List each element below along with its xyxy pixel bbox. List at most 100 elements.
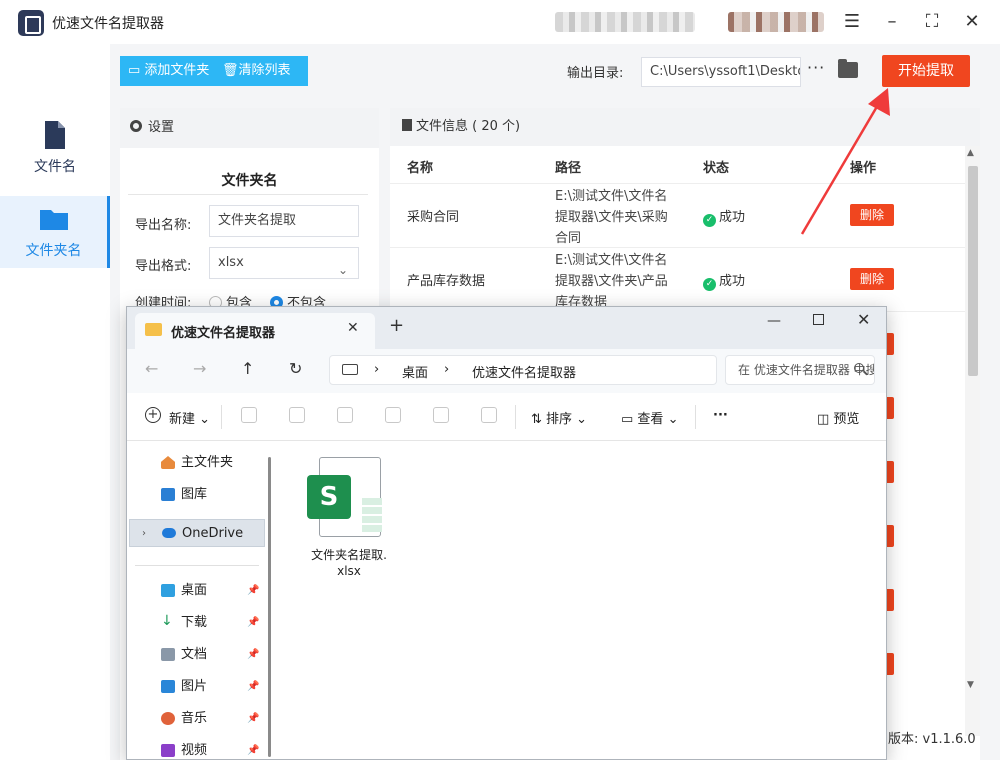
add-folder-label: 添加文件夹: [144, 63, 210, 78]
file-name-line: 文件夹名提取.: [311, 548, 387, 562]
nav-item-label: 图片: [181, 679, 208, 694]
view-button[interactable]: ▭ 查看 ⌄: [621, 408, 678, 427]
export-format-value: xlsx: [218, 255, 244, 270]
nav-pane-scrollbar[interactable]: [268, 457, 271, 757]
add-folder-button[interactable]: ▭ 添加文件夹: [120, 56, 228, 86]
scroll-up-icon[interactable]: ▲: [967, 148, 974, 158]
cell-name: 采购合同: [407, 210, 460, 225]
close-icon[interactable]: ✕: [960, 10, 984, 34]
share-icon[interactable]: [433, 407, 449, 423]
nav-item-pictures[interactable]: 图片 📌: [127, 673, 263, 701]
scroll-down-icon[interactable]: ▼: [967, 680, 974, 690]
up-arrow-icon[interactable]: ↑: [241, 359, 254, 378]
sidebar: 文件名 文件夹名: [0, 44, 110, 760]
music-icon: [161, 712, 175, 725]
copy-icon[interactable]: [289, 407, 305, 423]
close-icon[interactable]: ✕: [857, 310, 870, 329]
export-name-input[interactable]: 文件夹名提取: [209, 205, 359, 237]
gallery-icon: [161, 488, 175, 501]
view-icon: ▭: [621, 412, 638, 427]
document-icon: [402, 119, 412, 131]
export-format-select[interactable]: xlsx ⌄: [209, 247, 359, 279]
nav-item-label: 下载: [181, 615, 208, 630]
nav-item-label: 桌面: [181, 583, 208, 598]
output-dir-input[interactable]: C:\Users\yssoft1\Desktop: [641, 57, 801, 87]
sidebar-item-label: 文件名: [34, 159, 76, 175]
refresh-icon[interactable]: ↻: [289, 359, 302, 378]
cut-icon[interactable]: [241, 407, 257, 423]
pin-icon: 📌: [247, 585, 260, 596]
folder-icon: [39, 210, 68, 230]
blurred-user-avatar: [728, 12, 824, 32]
desktop-icon: [161, 584, 175, 597]
browse-folder-icon[interactable]: [838, 59, 858, 78]
preview-button[interactable]: ◫ 预览: [817, 408, 859, 427]
back-arrow-icon[interactable]: ←: [145, 359, 158, 378]
scrollbar-thumb[interactable]: [968, 166, 978, 376]
preview-label: 预览: [833, 412, 860, 427]
section-title: 文件夹名: [221, 173, 278, 189]
sort-button[interactable]: ⇅ 排序 ⌄: [531, 408, 587, 427]
maximize-icon[interactable]: [813, 314, 824, 325]
excel-icon: S: [307, 475, 351, 519]
breadcrumb-folder[interactable]: 优速文件名提取器: [472, 362, 576, 381]
new-label: 新建: [169, 412, 196, 427]
sort-icon: ⇅: [531, 412, 547, 427]
app-title: 优速文件名提取器: [52, 16, 164, 32]
rename-icon[interactable]: [385, 407, 401, 423]
close-tab-icon[interactable]: ✕: [347, 320, 359, 336]
explorer-nav-bar: ← → ↑ ↻ › 桌面 › 优速文件名提取器 在 优速文件名提取器 中搜索: [127, 349, 886, 393]
folder-outline-icon: ▭: [128, 63, 145, 78]
nav-item-documents[interactable]: 文档 📌: [127, 641, 263, 669]
nav-item-music[interactable]: 音乐 📌: [127, 705, 263, 733]
menu-icon[interactable]: ☰: [840, 10, 864, 34]
explorer-command-bar: + 新建 ⌄ ⇅ 排序 ⌄ ▭ 查看 ⌄ ··· ◫ 预览: [127, 393, 886, 441]
nav-item-label: 图库: [181, 487, 208, 502]
output-dir-label: 输出目录:: [567, 66, 624, 81]
breadcrumb-desktop[interactable]: 桌面: [402, 362, 428, 381]
explorer-tab[interactable]: 优速文件名提取器 ✕: [135, 313, 375, 349]
forward-arrow-icon[interactable]: →: [193, 359, 206, 378]
new-plus-icon: +: [145, 407, 161, 423]
status-text: 成功: [719, 274, 746, 289]
search-input[interactable]: 在 优速文件名提取器 中搜索: [725, 355, 875, 385]
column-header: 状态: [703, 161, 730, 176]
maximize-icon[interactable]: ⛶: [920, 10, 944, 34]
title-bar: 优速文件名提取器 ☰ – ⛶ ✕: [0, 0, 1000, 44]
sidebar-item-filename[interactable]: 文件名: [0, 112, 110, 184]
minimize-icon[interactable]: —: [767, 313, 781, 329]
pictures-icon: [161, 680, 175, 693]
nav-item-gallery[interactable]: 图库: [127, 481, 263, 509]
file-info-header-label: 文件信息 ( 20 个): [416, 119, 521, 134]
paste-icon[interactable]: [337, 407, 353, 423]
divider: [135, 565, 259, 566]
tab-title: 优速文件名提取器: [171, 326, 276, 341]
nav-item-onedrive[interactable]: › OneDrive: [129, 519, 265, 547]
folder-icon: [145, 323, 162, 336]
explorer-tab-bar: 优速文件名提取器 ✕ + — ✕: [127, 307, 886, 349]
nav-item-label: OneDrive: [182, 526, 244, 541]
nav-item-downloads[interactable]: ↓ 下载 📌: [127, 609, 263, 637]
clear-list-button[interactable]: 🗑清除列表: [218, 56, 308, 86]
minimize-icon[interactable]: –: [880, 10, 904, 34]
new-button[interactable]: 新建 ⌄: [169, 408, 210, 427]
more-options-icon[interactable]: ···: [713, 408, 728, 423]
export-format-label: 导出格式:: [135, 259, 192, 274]
nav-item-videos[interactable]: 视频 📌: [127, 737, 263, 760]
cell-status: ✓ 成功: [703, 270, 745, 291]
file-name-line: xlsx: [337, 564, 361, 578]
sidebar-item-label: 文件夹名: [25, 243, 82, 259]
delete-icon[interactable]: [481, 407, 497, 423]
success-check-icon: ✓: [703, 278, 716, 291]
navigation-pane: 主文件夹 图库 › OneDrive 桌面 📌 ↓ 下载 📌 文档 📌 图片 📌…: [127, 441, 267, 759]
document-icon: [161, 648, 175, 661]
nav-item-home[interactable]: 主文件夹: [127, 449, 263, 477]
sidebar-item-foldername[interactable]: 文件夹名: [0, 196, 110, 268]
more-options-icon[interactable]: ···: [807, 58, 825, 77]
nav-item-desktop[interactable]: 桌面 📌: [127, 577, 263, 605]
address-bar[interactable]: › 桌面 › 优速文件名提取器: [329, 355, 717, 385]
delete-button[interactable]: 删除: [850, 268, 894, 290]
clear-list-label: 清除列表: [238, 63, 291, 78]
new-tab-icon[interactable]: +: [389, 317, 404, 335]
download-icon: ↓: [161, 613, 173, 629]
